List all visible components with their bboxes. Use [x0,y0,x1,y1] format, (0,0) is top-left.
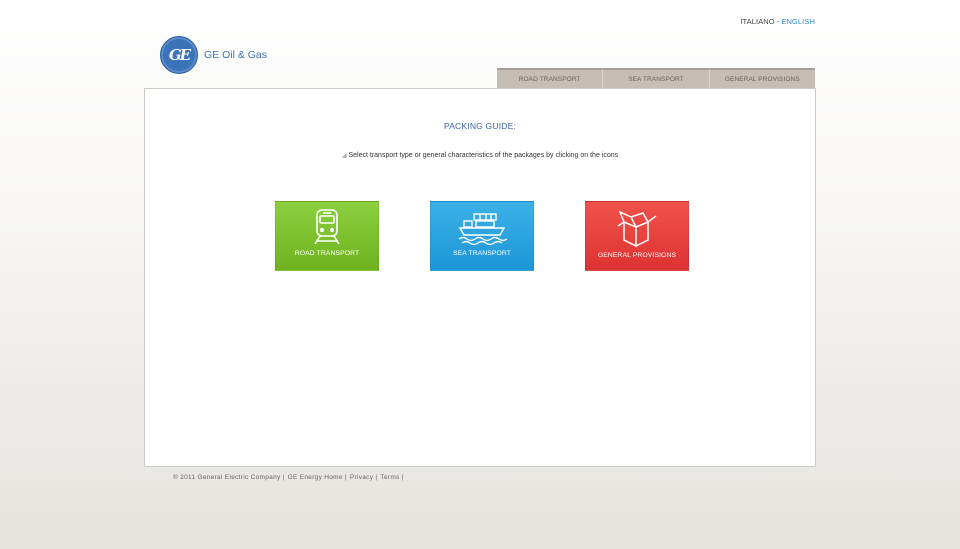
sea-transport-tile[interactable]: SEA TRANSPORT [430,201,534,271]
instruction-label: Select transport type or general charact… [348,152,619,159]
page-title: PACKING GUIDE: [443,121,517,131]
tab-road-transport[interactable]: ROAD TRANSPORT [497,68,604,88]
footer-terms-link[interactable]: Terms | [380,474,403,481]
ge-logo[interactable]: GE GE Oil & Gas [160,36,267,74]
tab-sea-transport[interactable]: SEA TRANSPORT [603,68,710,88]
footer-privacy-link[interactable]: Privacy | [350,474,378,481]
footer-ge-energy-home-link[interactable]: GE Energy Home | [288,474,347,481]
road-transport-label: ROAD TRANSPORT [294,250,360,257]
general-provisions-tile[interactable]: GENERAL PROVISIONS [585,201,689,271]
main-panel: PACKING GUIDE: ◢ Select transport type or… [144,88,816,467]
ship-icon [458,213,508,246]
top-tabs: ROAD TRANSPORT SEA TRANSPORT GENERAL PRO… [497,68,815,88]
sea-transport-label: SEA TRANSPORT [452,250,512,257]
general-provisions-label: GENERAL PROVISIONS [597,252,677,259]
language-switcher: ITALIANO - ENGLISH [740,17,815,26]
logo-text: GE Oil & Gas [204,49,268,61]
ge-monogram-text: GE [168,46,191,64]
language-separator: - [776,17,780,26]
language-english-link[interactable]: ENGLISH [781,17,815,26]
footer: ® 2011 General Electric Company | GE Ener… [173,474,407,481]
road-transport-tile[interactable]: ROAD TRANSPORT [275,201,379,271]
instruction-text: ◢ Select transport type or general charac… [145,152,815,159]
box-icon [617,210,657,248]
bullet-arrow-icon: ◢ [341,153,347,159]
ge-monogram-icon: GE [160,36,198,74]
train-icon [314,209,340,245]
footer-copyright: ® 2011 General Electric Company | [173,474,285,481]
tab-general-provisions[interactable]: GENERAL PROVISIONS [709,68,815,88]
language-italian-link[interactable]: ITALIANO [740,17,774,26]
